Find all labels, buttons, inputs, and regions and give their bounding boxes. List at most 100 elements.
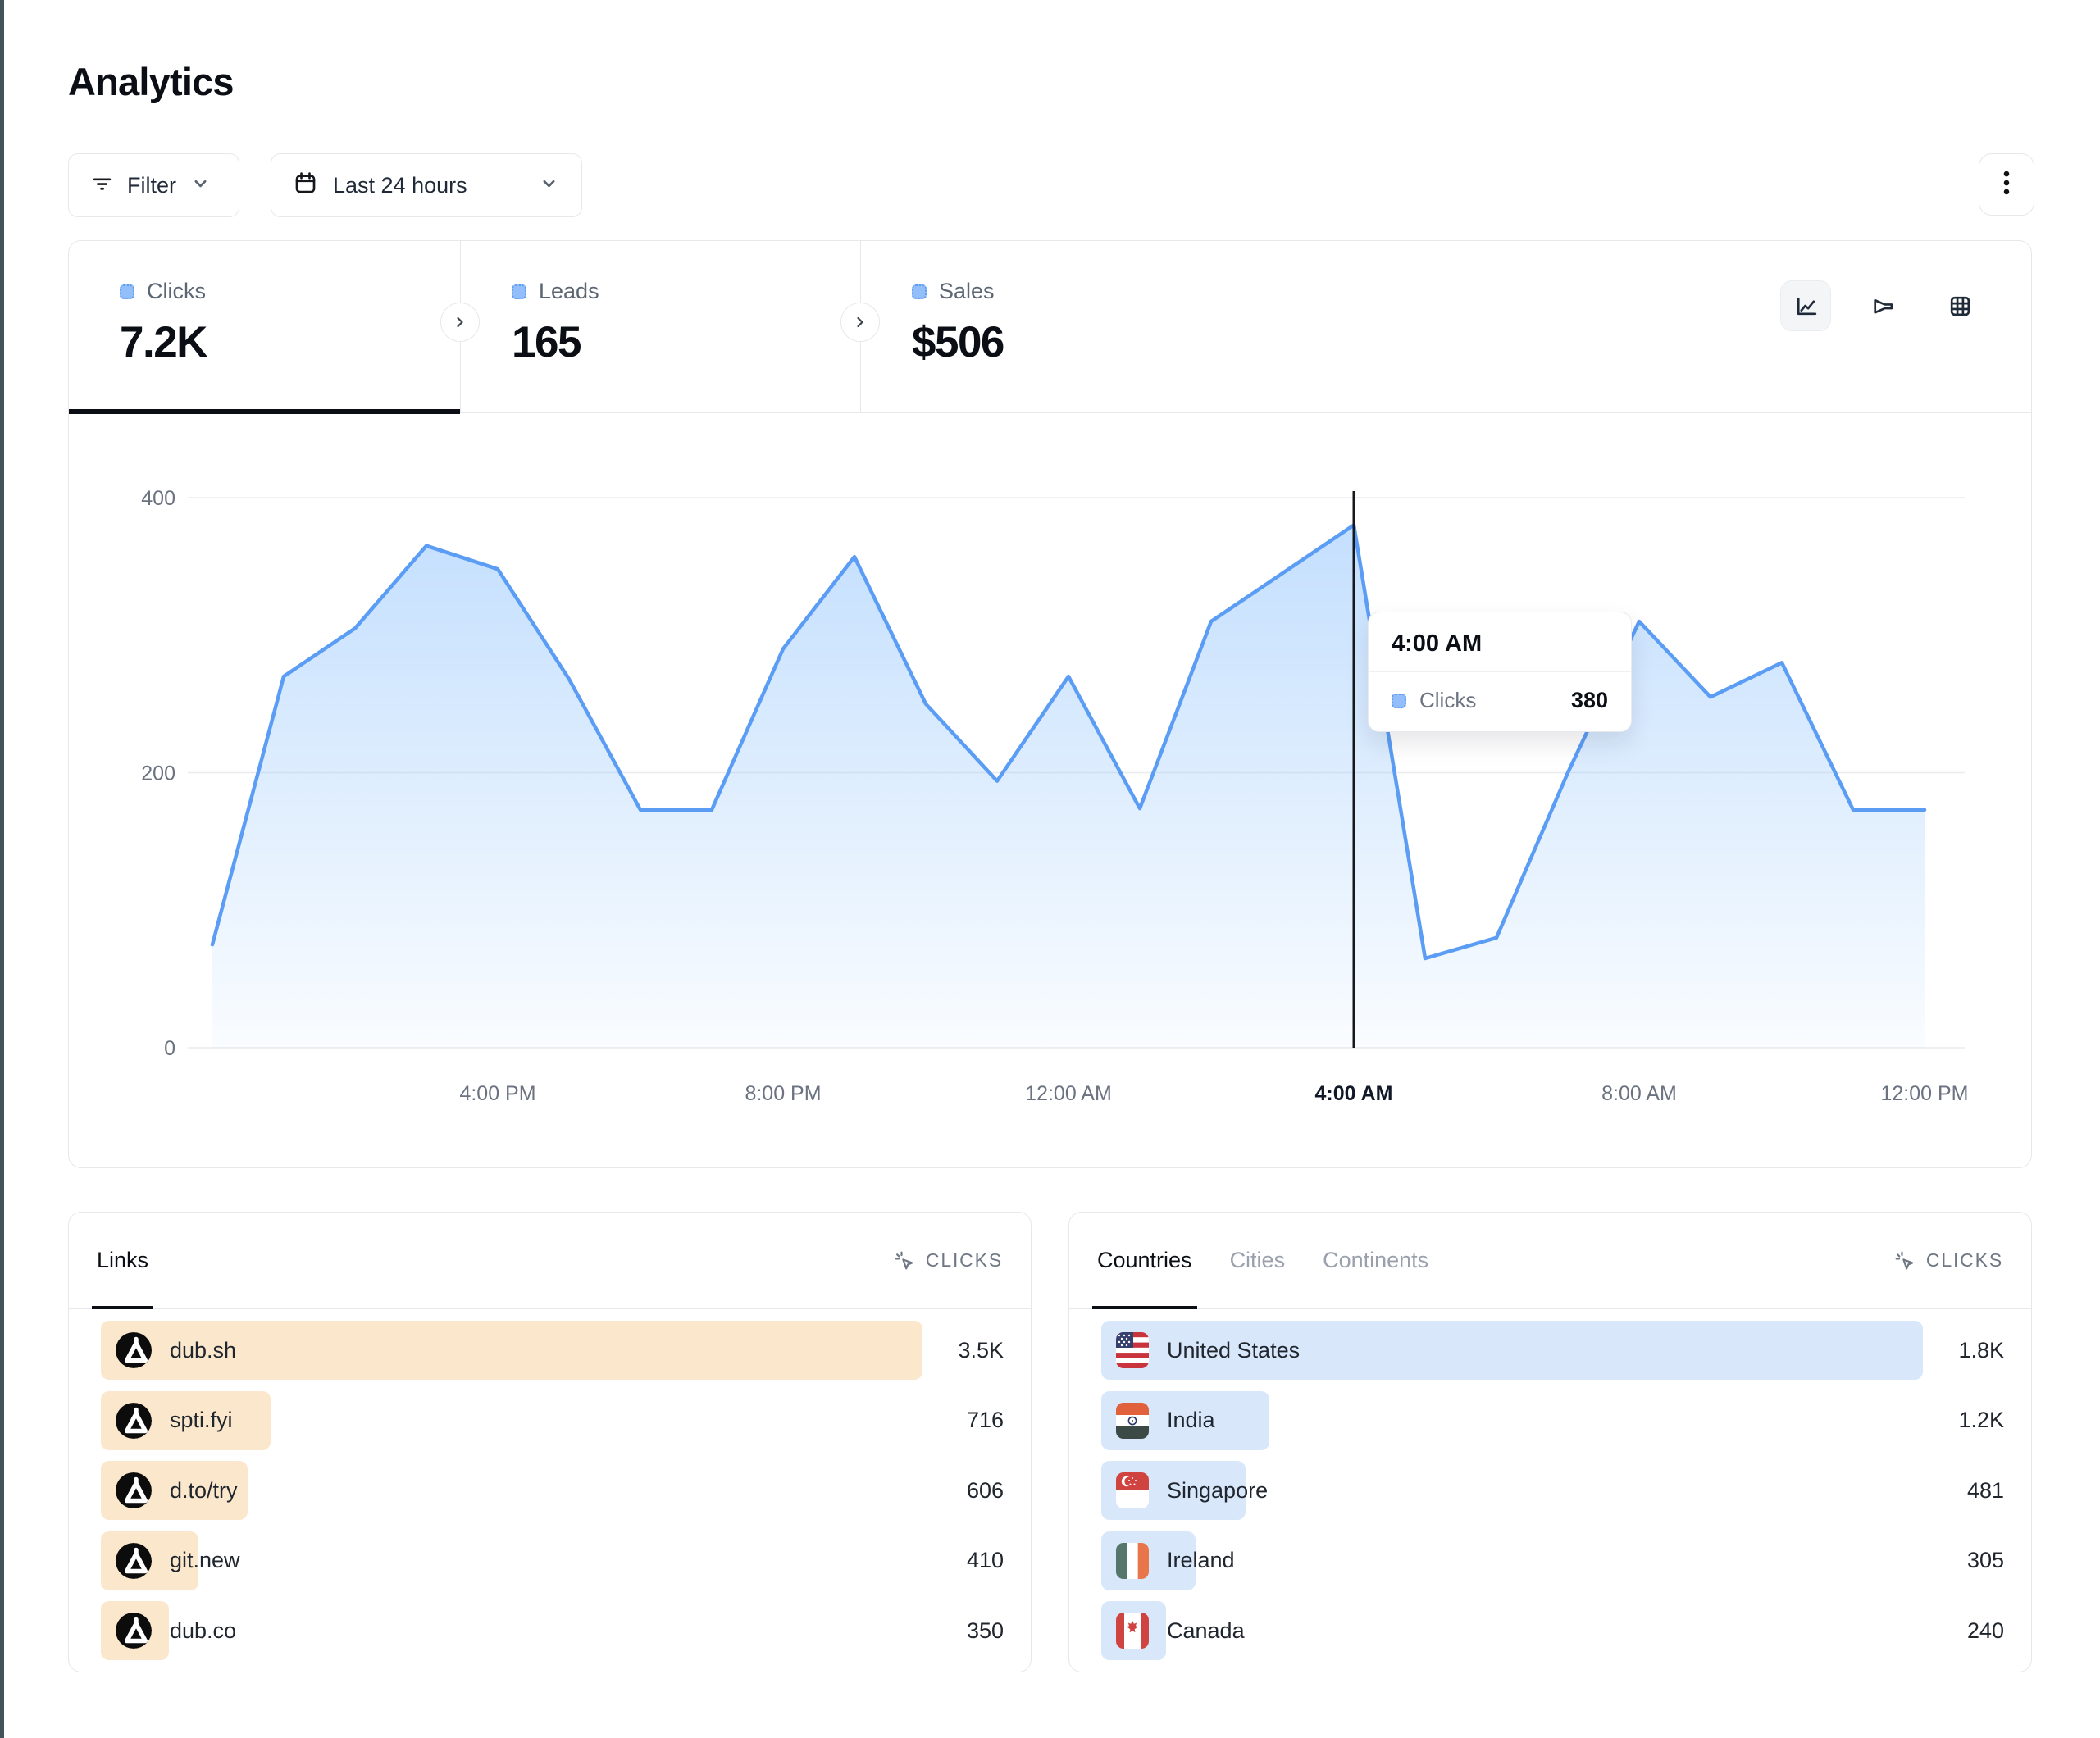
svg-text:200: 200 xyxy=(141,762,175,785)
dub-logo-icon xyxy=(116,1403,152,1439)
row-label: Canada xyxy=(1167,1618,1245,1644)
svg-text:400: 400 xyxy=(141,487,175,510)
dub-logo-icon xyxy=(116,1543,152,1579)
line-chart-view-button[interactable] xyxy=(1780,280,1831,331)
tooltip-series-chip-icon xyxy=(1392,694,1406,708)
flag-icon xyxy=(1116,1332,1149,1368)
calendar-icon xyxy=(293,171,318,200)
expand-leads-sales-button[interactable] xyxy=(840,303,880,342)
flag-ireland-icon xyxy=(1116,1543,1149,1579)
links-rows: dub.sh3.5K spti.fyi 716 d.to/try 606 git.n… xyxy=(101,1321,1004,1660)
filter-button-label: Filter xyxy=(127,173,176,198)
flag-singapore-icon xyxy=(1116,1472,1149,1508)
tab-continents[interactable]: Continents xyxy=(1323,1213,1428,1308)
tab-links[interactable]: Links xyxy=(97,1213,148,1308)
countries-metric-label: CLICKS xyxy=(1926,1249,2003,1272)
row-label: Singapore xyxy=(1167,1478,1268,1504)
dub-logo-icon xyxy=(116,1613,152,1649)
dub-logo-icon xyxy=(116,1332,152,1368)
links-panel-header: Links CLICKS xyxy=(69,1213,1031,1309)
svg-text:0: 0 xyxy=(164,1037,175,1060)
flag-icon xyxy=(1116,1472,1149,1508)
svg-text:4:00 PM: 4:00 PM xyxy=(459,1082,535,1105)
table-grid-icon xyxy=(1947,293,1974,320)
analytics-page: Analytics Filter Last 24 hours Cl xyxy=(0,0,2100,1738)
page-title: Analytics xyxy=(68,59,234,104)
chevron-down-icon xyxy=(189,172,212,198)
row-label: dub.sh xyxy=(170,1338,236,1363)
link-row-spti-fyi[interactable]: spti.fyi 716 xyxy=(101,1391,1004,1450)
dub-logo-icon xyxy=(116,1403,152,1439)
row-label: d.to/try xyxy=(170,1478,238,1504)
table-view-button[interactable] xyxy=(1934,280,1985,331)
row-value: 606 xyxy=(967,1478,1004,1504)
date-range-label: Last 24 hours xyxy=(333,173,467,198)
tooltip-time: 4:00 AM xyxy=(1369,612,1631,672)
row-value: 1.2K xyxy=(1958,1408,2004,1433)
tab-clicks[interactable]: Clicks 7.2K xyxy=(69,241,460,412)
row-label: git.new xyxy=(170,1548,240,1573)
tab-cities[interactable]: Cities xyxy=(1230,1213,1286,1308)
country-row-ireland[interactable]: Ireland 305 xyxy=(1101,1531,2004,1590)
date-range-button[interactable]: Last 24 hours xyxy=(271,153,582,217)
svg-text:4:00 AM: 4:00 AM xyxy=(1315,1082,1393,1105)
row-label: dub.co xyxy=(170,1618,236,1644)
country-row-united-states[interactable]: United States 1.8K xyxy=(1101,1321,2004,1380)
funnel-chart-icon xyxy=(1870,293,1897,320)
row-value: 305 xyxy=(1967,1548,2004,1573)
leads-tab-label: Leads xyxy=(539,279,599,304)
sales-legend-chip-icon xyxy=(912,284,927,299)
flag-india-icon xyxy=(1116,1403,1149,1439)
flag-icon xyxy=(1116,1403,1149,1439)
tooltip-series-label: Clicks xyxy=(1419,688,1558,713)
cursor-click-icon xyxy=(1893,1249,1916,1272)
row-label: spti.fyi xyxy=(170,1408,233,1433)
row-label: United States xyxy=(1167,1338,1300,1363)
flag-united-states-icon xyxy=(1116,1332,1149,1368)
row-value: 410 xyxy=(967,1548,1004,1573)
link-row-dub-sh[interactable]: dub.sh3.5K xyxy=(101,1321,1004,1380)
countries-panel-header: Countries Cities Continents CLICKS xyxy=(1069,1213,2031,1309)
dub-logo-icon xyxy=(116,1613,152,1649)
country-row-singapore[interactable]: Singapore 481 xyxy=(1101,1461,2004,1520)
clicks-area-chart[interactable]: 0200400 4:00 PM8:00 PM12:00 AM4:00 AM8:0… xyxy=(69,413,2033,1169)
row-value: 350 xyxy=(967,1618,1004,1644)
flag-icon xyxy=(1116,1543,1149,1579)
link-row-dub-co[interactable]: dub.co 350 xyxy=(101,1601,1004,1660)
chart-tooltip: 4:00 AM Clicks 380 xyxy=(1368,612,1632,732)
link-row-git-new[interactable]: git.new 410 xyxy=(101,1531,1004,1590)
chevron-right-icon xyxy=(852,314,868,330)
left-edge-strip xyxy=(0,0,4,1738)
countries-metric-selector[interactable]: CLICKS xyxy=(1893,1249,2003,1272)
link-row-d-to-try[interactable]: d.to/try 606 xyxy=(101,1461,1004,1520)
filter-button[interactable]: Filter xyxy=(68,153,239,217)
country-row-india[interactable]: India1.2K xyxy=(1101,1391,2004,1450)
row-value: 1.8K xyxy=(1958,1338,2004,1363)
row-label: Ireland xyxy=(1167,1548,1235,1573)
tab-sales[interactable]: Sales $506 xyxy=(860,241,1369,412)
more-menu-button[interactable] xyxy=(1979,153,2034,216)
svg-text:8:00 PM: 8:00 PM xyxy=(745,1082,821,1105)
country-row-canada[interactable]: Canada240 xyxy=(1101,1601,2004,1660)
dub-logo-icon xyxy=(116,1472,152,1508)
area-fill xyxy=(212,525,1925,1049)
tab-countries[interactable]: Countries xyxy=(1097,1213,1192,1308)
svg-text:12:00 PM: 12:00 PM xyxy=(1880,1082,1968,1105)
row-value: 716 xyxy=(967,1408,1004,1433)
clicks-legend-chip-icon xyxy=(120,284,134,299)
expand-clicks-leads-button[interactable] xyxy=(440,303,480,342)
countries-rows: United States 1.8K India1.2K Singapore 481… xyxy=(1101,1321,2004,1660)
leads-legend-chip-icon xyxy=(512,284,526,299)
svg-text:12:00 AM: 12:00 AM xyxy=(1025,1082,1112,1105)
countries-panel: Countries Cities Continents CLICKS Unite… xyxy=(1068,1212,2032,1672)
sales-tab-label: Sales xyxy=(939,279,995,304)
clicks-tab-value: 7.2K xyxy=(120,317,460,367)
leads-tab-value: 165 xyxy=(512,317,860,367)
links-metric-selector[interactable]: CLICKS xyxy=(893,1249,1003,1272)
funnel-view-button[interactable] xyxy=(1857,280,1908,331)
row-value: 481 xyxy=(1967,1478,2004,1504)
links-panel: Links CLICKS dub.sh3.5K spti.fyi 716 d.to… xyxy=(68,1212,1032,1672)
dub-logo-icon xyxy=(116,1332,152,1368)
tab-leads[interactable]: Leads 165 xyxy=(460,241,860,412)
filter-lines-icon xyxy=(90,171,114,199)
